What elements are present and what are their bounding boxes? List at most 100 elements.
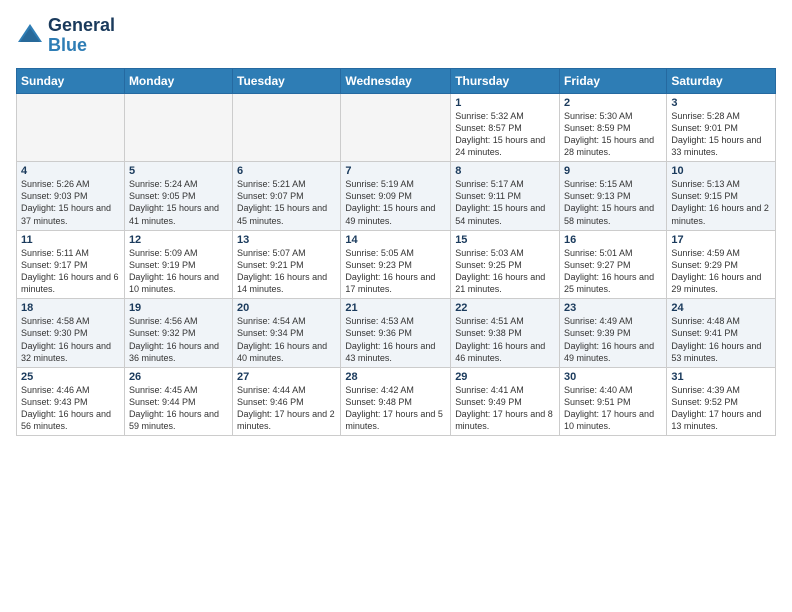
- calendar-cell: 27Sunrise: 4:44 AMSunset: 9:46 PMDayligh…: [233, 367, 341, 436]
- day-info: Sunrise: 5:19 AMSunset: 9:09 PMDaylight:…: [345, 178, 446, 227]
- day-number: 24: [671, 302, 771, 314]
- day-number: 18: [21, 302, 120, 314]
- calendar-cell: 18Sunrise: 4:58 AMSunset: 9:30 PMDayligh…: [17, 299, 125, 368]
- day-info: Sunrise: 4:49 AMSunset: 9:39 PMDaylight:…: [564, 315, 662, 364]
- calendar-week-row: 4Sunrise: 5:26 AMSunset: 9:03 PMDaylight…: [17, 162, 776, 231]
- day-info: Sunrise: 4:41 AMSunset: 9:49 PMDaylight:…: [455, 384, 555, 433]
- day-info: Sunrise: 5:28 AMSunset: 9:01 PMDaylight:…: [671, 110, 771, 159]
- day-number: 17: [671, 234, 771, 246]
- calendar-cell: 16Sunrise: 5:01 AMSunset: 9:27 PMDayligh…: [560, 230, 667, 299]
- day-info: Sunrise: 5:26 AMSunset: 9:03 PMDaylight:…: [21, 178, 120, 227]
- day-info: Sunrise: 4:59 AMSunset: 9:29 PMDaylight:…: [671, 247, 771, 296]
- day-number: 10: [671, 165, 771, 177]
- day-number: 4: [21, 165, 120, 177]
- day-info: Sunrise: 5:32 AMSunset: 8:57 PMDaylight:…: [455, 110, 555, 159]
- day-info: Sunrise: 5:30 AMSunset: 8:59 PMDaylight:…: [564, 110, 662, 159]
- calendar-cell: 28Sunrise: 4:42 AMSunset: 9:48 PMDayligh…: [341, 367, 451, 436]
- day-number: 13: [237, 234, 336, 246]
- calendar-cell: [341, 93, 451, 162]
- calendar-cell: 7Sunrise: 5:19 AMSunset: 9:09 PMDaylight…: [341, 162, 451, 231]
- day-number: 19: [129, 302, 228, 314]
- calendar-cell: [124, 93, 232, 162]
- calendar-cell: 24Sunrise: 4:48 AMSunset: 9:41 PMDayligh…: [667, 299, 776, 368]
- day-info: Sunrise: 4:39 AMSunset: 9:52 PMDaylight:…: [671, 384, 771, 433]
- day-number: 11: [21, 234, 120, 246]
- day-info: Sunrise: 5:17 AMSunset: 9:11 PMDaylight:…: [455, 178, 555, 227]
- day-info: Sunrise: 4:56 AMSunset: 9:32 PMDaylight:…: [129, 315, 228, 364]
- calendar-header-monday: Monday: [124, 68, 232, 93]
- calendar-cell: 3Sunrise: 5:28 AMSunset: 9:01 PMDaylight…: [667, 93, 776, 162]
- day-info: Sunrise: 5:05 AMSunset: 9:23 PMDaylight:…: [345, 247, 446, 296]
- day-number: 14: [345, 234, 446, 246]
- calendar-header-row: SundayMondayTuesdayWednesdayThursdayFrid…: [17, 68, 776, 93]
- calendar-cell: 9Sunrise: 5:15 AMSunset: 9:13 PMDaylight…: [560, 162, 667, 231]
- day-info: Sunrise: 4:58 AMSunset: 9:30 PMDaylight:…: [21, 315, 120, 364]
- day-info: Sunrise: 4:45 AMSunset: 9:44 PMDaylight:…: [129, 384, 228, 433]
- page: General Blue SundayMondayTuesdayWednesda…: [0, 0, 792, 612]
- calendar-header-tuesday: Tuesday: [233, 68, 341, 93]
- day-info: Sunrise: 5:01 AMSunset: 9:27 PMDaylight:…: [564, 247, 662, 296]
- calendar-header-friday: Friday: [560, 68, 667, 93]
- day-info: Sunrise: 5:09 AMSunset: 9:19 PMDaylight:…: [129, 247, 228, 296]
- day-number: 20: [237, 302, 336, 314]
- calendar-cell: 14Sunrise: 5:05 AMSunset: 9:23 PMDayligh…: [341, 230, 451, 299]
- calendar-cell: 4Sunrise: 5:26 AMSunset: 9:03 PMDaylight…: [17, 162, 125, 231]
- calendar: SundayMondayTuesdayWednesdayThursdayFrid…: [16, 68, 776, 437]
- day-info: Sunrise: 4:46 AMSunset: 9:43 PMDaylight:…: [21, 384, 120, 433]
- calendar-cell: 6Sunrise: 5:21 AMSunset: 9:07 PMDaylight…: [233, 162, 341, 231]
- logo-icon: [16, 22, 44, 50]
- day-number: 12: [129, 234, 228, 246]
- day-info: Sunrise: 5:15 AMSunset: 9:13 PMDaylight:…: [564, 178, 662, 227]
- day-number: 29: [455, 371, 555, 383]
- calendar-week-row: 18Sunrise: 4:58 AMSunset: 9:30 PMDayligh…: [17, 299, 776, 368]
- day-number: 21: [345, 302, 446, 314]
- day-number: 2: [564, 97, 662, 109]
- day-number: 27: [237, 371, 336, 383]
- day-info: Sunrise: 4:48 AMSunset: 9:41 PMDaylight:…: [671, 315, 771, 364]
- calendar-cell: 29Sunrise: 4:41 AMSunset: 9:49 PMDayligh…: [451, 367, 560, 436]
- calendar-week-row: 25Sunrise: 4:46 AMSunset: 9:43 PMDayligh…: [17, 367, 776, 436]
- day-number: 16: [564, 234, 662, 246]
- header: General Blue: [16, 16, 776, 56]
- day-info: Sunrise: 5:21 AMSunset: 9:07 PMDaylight:…: [237, 178, 336, 227]
- calendar-cell: 1Sunrise: 5:32 AMSunset: 8:57 PMDaylight…: [451, 93, 560, 162]
- calendar-cell: 13Sunrise: 5:07 AMSunset: 9:21 PMDayligh…: [233, 230, 341, 299]
- day-info: Sunrise: 4:53 AMSunset: 9:36 PMDaylight:…: [345, 315, 446, 364]
- day-number: 15: [455, 234, 555, 246]
- calendar-cell: 26Sunrise: 4:45 AMSunset: 9:44 PMDayligh…: [124, 367, 232, 436]
- calendar-cell: 15Sunrise: 5:03 AMSunset: 9:25 PMDayligh…: [451, 230, 560, 299]
- day-number: 28: [345, 371, 446, 383]
- calendar-cell: 11Sunrise: 5:11 AMSunset: 9:17 PMDayligh…: [17, 230, 125, 299]
- day-info: Sunrise: 4:54 AMSunset: 9:34 PMDaylight:…: [237, 315, 336, 364]
- day-info: Sunrise: 4:42 AMSunset: 9:48 PMDaylight:…: [345, 384, 446, 433]
- day-number: 5: [129, 165, 228, 177]
- logo-text: General Blue: [48, 16, 115, 56]
- calendar-cell: 23Sunrise: 4:49 AMSunset: 9:39 PMDayligh…: [560, 299, 667, 368]
- calendar-header-sunday: Sunday: [17, 68, 125, 93]
- calendar-cell: [17, 93, 125, 162]
- day-number: 8: [455, 165, 555, 177]
- day-info: Sunrise: 5:07 AMSunset: 9:21 PMDaylight:…: [237, 247, 336, 296]
- day-number: 26: [129, 371, 228, 383]
- calendar-header-thursday: Thursday: [451, 68, 560, 93]
- calendar-week-row: 11Sunrise: 5:11 AMSunset: 9:17 PMDayligh…: [17, 230, 776, 299]
- calendar-cell: 12Sunrise: 5:09 AMSunset: 9:19 PMDayligh…: [124, 230, 232, 299]
- day-info: Sunrise: 4:40 AMSunset: 9:51 PMDaylight:…: [564, 384, 662, 433]
- day-info: Sunrise: 5:13 AMSunset: 9:15 PMDaylight:…: [671, 178, 771, 227]
- calendar-header-wednesday: Wednesday: [341, 68, 451, 93]
- calendar-cell: 10Sunrise: 5:13 AMSunset: 9:15 PMDayligh…: [667, 162, 776, 231]
- calendar-cell: 30Sunrise: 4:40 AMSunset: 9:51 PMDayligh…: [560, 367, 667, 436]
- day-number: 9: [564, 165, 662, 177]
- day-number: 3: [671, 97, 771, 109]
- day-info: Sunrise: 5:03 AMSunset: 9:25 PMDaylight:…: [455, 247, 555, 296]
- calendar-cell: 22Sunrise: 4:51 AMSunset: 9:38 PMDayligh…: [451, 299, 560, 368]
- calendar-cell: 31Sunrise: 4:39 AMSunset: 9:52 PMDayligh…: [667, 367, 776, 436]
- logo: General Blue: [16, 16, 115, 56]
- day-info: Sunrise: 4:51 AMSunset: 9:38 PMDaylight:…: [455, 315, 555, 364]
- calendar-cell: 2Sunrise: 5:30 AMSunset: 8:59 PMDaylight…: [560, 93, 667, 162]
- day-number: 1: [455, 97, 555, 109]
- calendar-cell: [233, 93, 341, 162]
- day-number: 6: [237, 165, 336, 177]
- calendar-cell: 8Sunrise: 5:17 AMSunset: 9:11 PMDaylight…: [451, 162, 560, 231]
- day-number: 7: [345, 165, 446, 177]
